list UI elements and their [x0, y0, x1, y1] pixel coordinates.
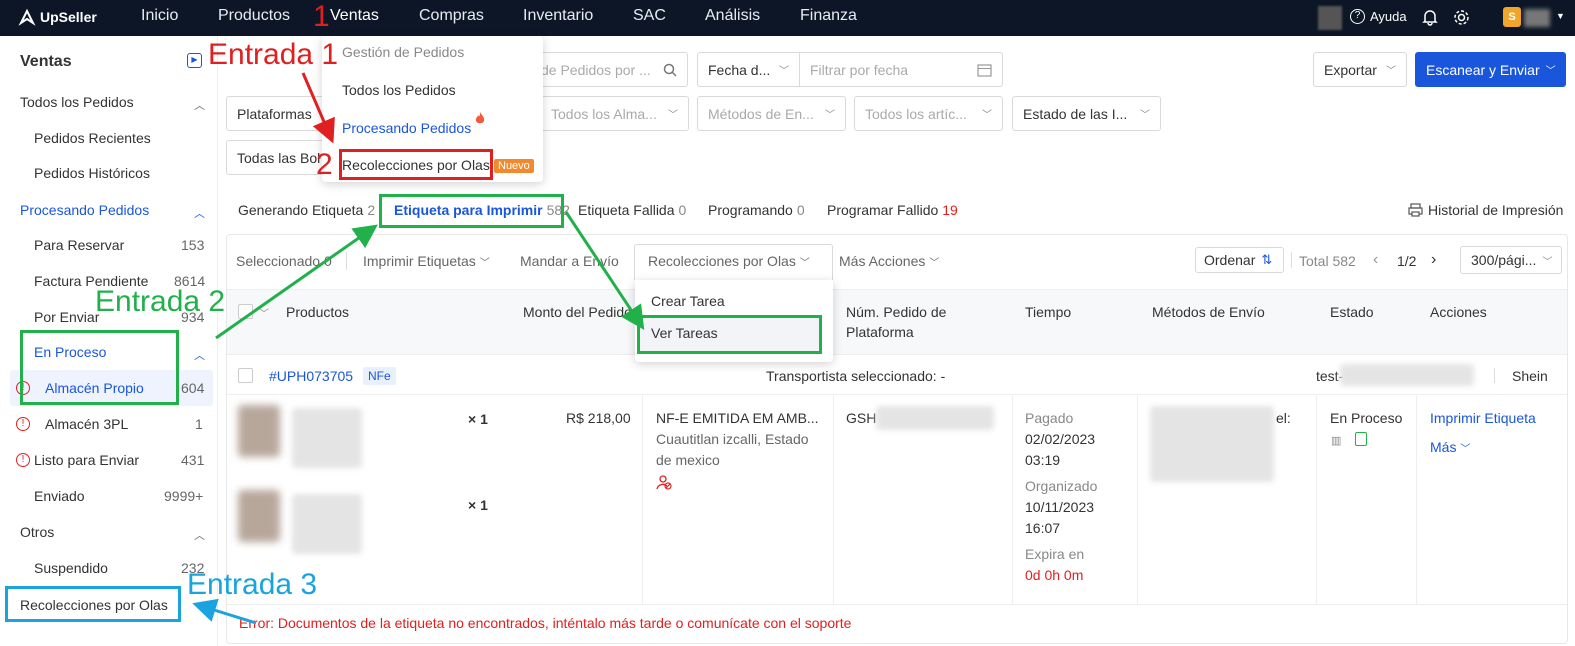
arrow-green — [215, 224, 378, 340]
arrow-red — [301, 72, 335, 144]
annotation-entrada-3: Entrada 3 — [187, 568, 318, 601]
annotation-arrows — [192, 72, 645, 625]
annotation-number-1: 1 — [313, 0, 330, 33]
annotation-entrada-1: Entrada 1 — [208, 38, 339, 71]
arrow-green — [564, 211, 645, 330]
annotation-entrada-2: Entrada 2 — [95, 285, 226, 318]
arrow-blue — [192, 598, 257, 625]
annotation-number-2: 2 — [316, 148, 333, 181]
